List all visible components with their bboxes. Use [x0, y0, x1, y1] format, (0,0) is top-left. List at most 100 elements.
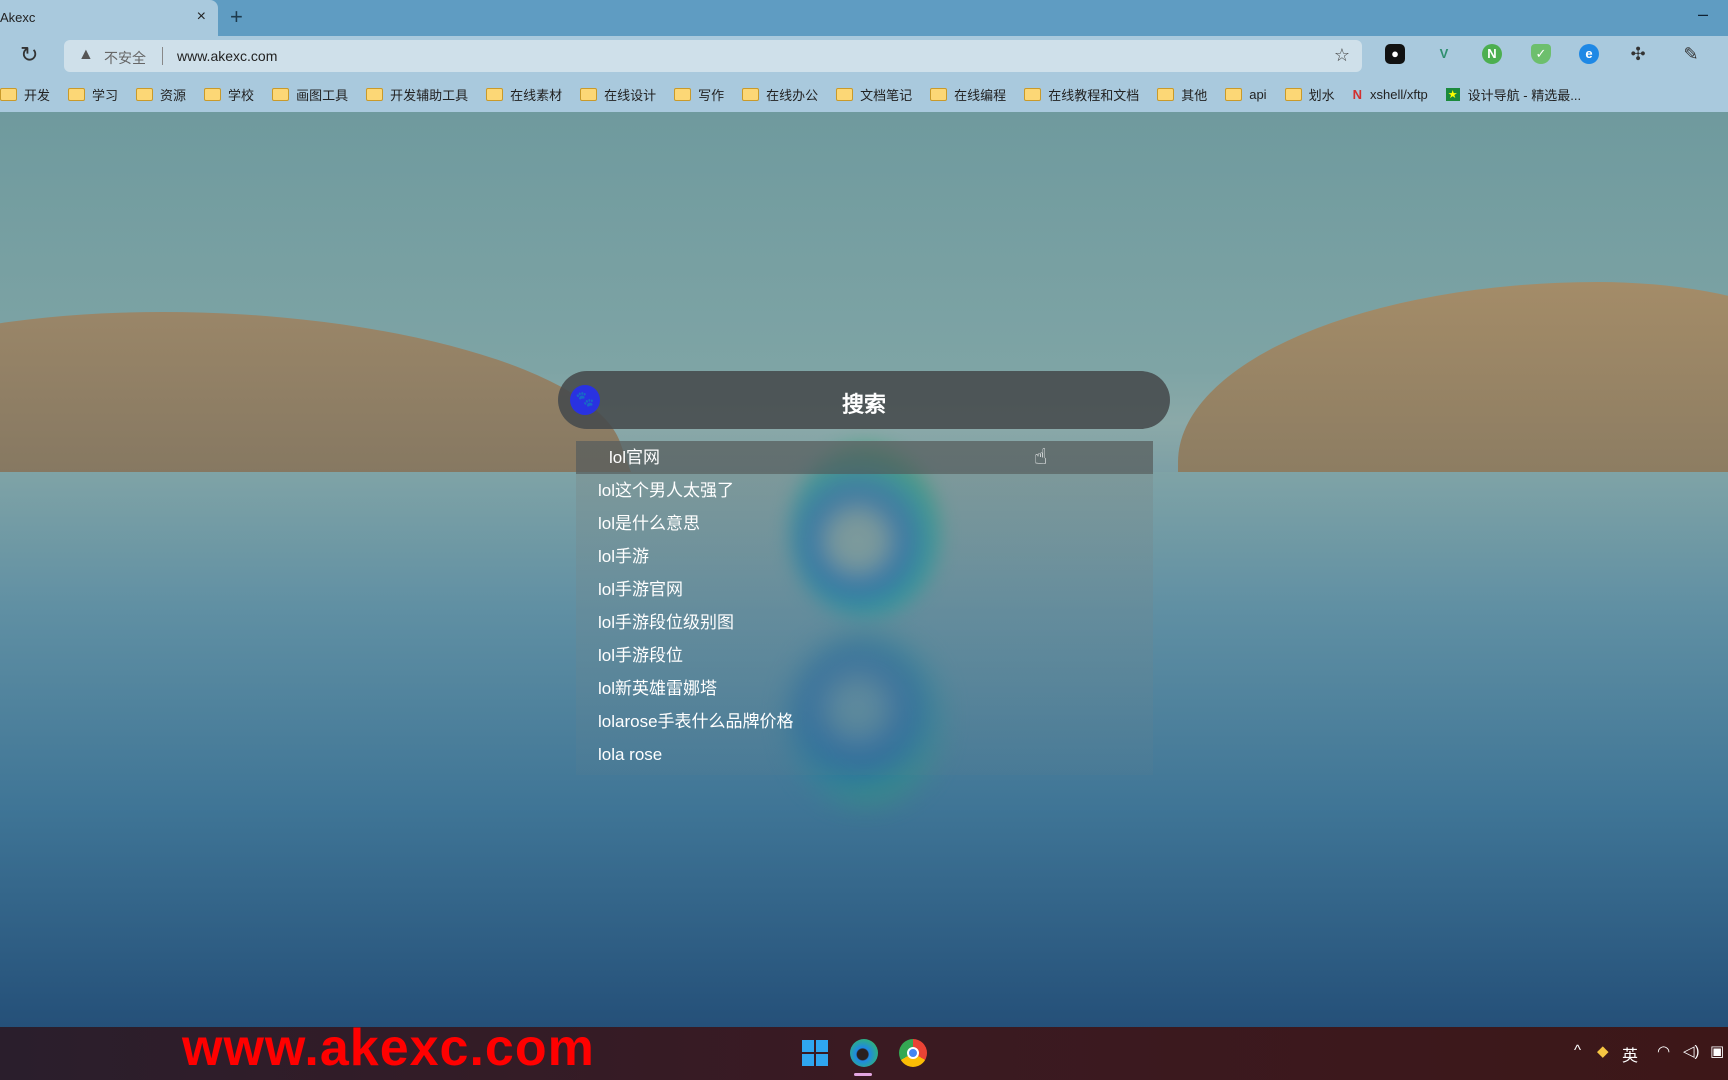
- folder-icon: [486, 87, 504, 101]
- shield-extension-icon[interactable]: ✓: [1531, 44, 1551, 64]
- folder-icon: [742, 87, 760, 101]
- notification-icon[interactable]: ▣: [1710, 1042, 1724, 1060]
- bookmark-label: 设计导航 - 精选最...: [1467, 87, 1582, 103]
- bookmark-label: 文档笔记: [860, 87, 913, 103]
- suggestion-item[interactable]: lol手游: [576, 540, 1153, 573]
- folder-icon: [272, 87, 290, 101]
- extension-icon-1[interactable]: ●: [1385, 44, 1405, 64]
- folder-icon: [1284, 87, 1302, 101]
- suggestion-item[interactable]: lola rose: [576, 738, 1153, 771]
- suggestion-item[interactable]: lol官网: [576, 441, 1153, 474]
- vue-devtools-icon[interactable]: V: [1434, 44, 1454, 64]
- bookmark-item[interactable]: 在线设计: [580, 85, 656, 104]
- warning-icon[interactable]: ▲: [78, 46, 94, 64]
- bookmark-item[interactable]: 在线编程: [930, 85, 1006, 104]
- bookmark-label: 画图工具: [296, 87, 349, 103]
- bookmarks-bar: 开发 学习 资源 学校 画图工具 开发辅助工具 在线素材 在线设计 写作 在线办公 文档笔记 在线编程…: [0, 76, 1728, 112]
- shield-icon: ★: [1445, 87, 1460, 101]
- active-app-indicator: [854, 1073, 872, 1076]
- bookmark-item[interactable]: 学习: [68, 85, 118, 104]
- suggestion-item[interactable]: lol手游官网: [576, 573, 1153, 606]
- folder-icon: [836, 87, 854, 101]
- suggestion-item[interactable]: lolarose手表什么品牌价格: [576, 705, 1153, 738]
- reload-icon[interactable]: ↻: [20, 42, 38, 68]
- bookmark-item[interactable]: api: [1225, 86, 1267, 102]
- chrome-taskbar-icon[interactable]: [899, 1039, 927, 1067]
- bookmark-item[interactable]: 在线教程和文档: [1024, 85, 1139, 104]
- bookmark-item[interactable]: 在线办公: [742, 85, 818, 104]
- new-tab-button[interactable]: +: [230, 4, 243, 30]
- bookmark-label: api: [1249, 86, 1267, 102]
- bookmark-label: 开发辅助工具: [390, 87, 469, 103]
- bookmark-label: 开发: [24, 87, 51, 103]
- hand-cursor-icon: ☝: [1034, 444, 1048, 469]
- bookmark-item[interactable]: 资源: [136, 85, 186, 104]
- bookmark-item[interactable]: 画图工具: [272, 85, 348, 104]
- bookmark-label: 在线办公: [766, 87, 819, 103]
- suggestion-item[interactable]: lol新英雄雷娜塔: [576, 672, 1153, 705]
- security-label[interactable]: 不安全: [104, 48, 146, 68]
- bookmark-label: 学习: [92, 87, 119, 103]
- minimize-button[interactable]: –: [1698, 4, 1708, 25]
- watermark-text: www.akexc.com: [182, 1019, 595, 1077]
- toolbar: ↻ ▲ 不安全 www.akexc.com ☆ ● V N ✓ e ✣ ✎: [0, 36, 1728, 76]
- bookmark-item[interactable]: 文档笔记: [836, 85, 912, 104]
- bookmark-label: 划水: [1308, 87, 1335, 103]
- folder-icon: [580, 87, 598, 101]
- bookmark-label: 在线教程和文档: [1048, 87, 1140, 103]
- bookmark-label: 在线素材: [510, 87, 563, 103]
- ime-indicator[interactable]: 英: [1622, 1042, 1638, 1066]
- suggestion-item[interactable]: lol是什么意思: [576, 507, 1153, 540]
- folder-icon: [366, 87, 384, 101]
- bookmark-label: xshell/xftp: [1369, 86, 1428, 102]
- suggestion-item[interactable]: lol这个男人太强了: [576, 474, 1153, 507]
- folder-icon: [1157, 87, 1175, 101]
- folder-icon: [204, 87, 222, 101]
- folder-icon: [68, 87, 86, 101]
- edge-vpn-icon[interactable]: e: [1579, 44, 1599, 64]
- tab-title: Akexc: [0, 10, 36, 25]
- edge-taskbar-icon[interactable]: [850, 1039, 878, 1067]
- bookmark-item[interactable]: Nxshell/xftp: [1353, 87, 1428, 102]
- bookmark-label: 在线编程: [954, 87, 1007, 103]
- suggestion-item[interactable]: lol手游段位级别图: [576, 606, 1153, 639]
- extensions-icon[interactable]: ✣: [1628, 44, 1648, 64]
- folder-icon: [1024, 87, 1042, 101]
- show-hidden-icons[interactable]: ^: [1574, 1042, 1581, 1059]
- url-text[interactable]: www.akexc.com: [177, 48, 277, 64]
- folder-icon: [136, 87, 154, 101]
- collections-icon[interactable]: ✎: [1681, 44, 1701, 64]
- favorite-add-icon[interactable]: ☆: [1334, 45, 1350, 66]
- bookmark-item[interactable]: 其他: [1157, 85, 1207, 104]
- suggestion-item[interactable]: lol手游段位: [576, 639, 1153, 672]
- wifi-icon[interactable]: ◠: [1657, 1042, 1670, 1060]
- bookmark-item[interactable]: ★ 设计导航 - 精选最...: [1445, 85, 1582, 104]
- security-tray-icon[interactable]: ◆: [1597, 1042, 1609, 1060]
- volume-icon[interactable]: ◁): [1683, 1042, 1700, 1060]
- tab-active[interactable]: Akexc ×: [0, 0, 218, 36]
- bookmark-item[interactable]: 在线素材: [486, 85, 562, 104]
- netsarang-icon: N: [1352, 86, 1362, 102]
- bookmark-item[interactable]: 学校: [204, 85, 254, 104]
- bookmark-label: 写作: [698, 87, 725, 103]
- bookmark-item[interactable]: 开发辅助工具: [366, 85, 468, 104]
- bookmark-label: 学校: [228, 87, 255, 103]
- bookmark-item[interactable]: 划水: [1284, 85, 1335, 104]
- address-bar[interactable]: ▲ 不安全 www.akexc.com ☆: [64, 40, 1362, 72]
- search-input[interactable]: 🐾 搜索: [558, 371, 1170, 429]
- bookmark-label: 资源: [160, 87, 187, 103]
- divider: [162, 47, 163, 65]
- windows-start-icon[interactable]: [802, 1040, 828, 1066]
- extension-n-icon[interactable]: N: [1482, 44, 1502, 64]
- folder-icon: [674, 87, 692, 101]
- search-placeholder: 搜索: [841, 392, 886, 417]
- folder-icon: [930, 87, 948, 101]
- folder-icon: [0, 87, 17, 101]
- close-tab-icon[interactable]: ×: [197, 8, 206, 26]
- folder-icon: [1225, 87, 1243, 101]
- bookmark-item[interactable]: 开发: [0, 85, 50, 104]
- bookmark-label: 其他: [1181, 87, 1208, 103]
- suggestion-list: lol官网 lol这个男人太强了 lol是什么意思 lol手游 lol手游官网 lol手游…: [576, 441, 1153, 775]
- bookmark-item[interactable]: 写作: [674, 85, 724, 104]
- bookmark-label: 在线设计: [604, 87, 657, 103]
